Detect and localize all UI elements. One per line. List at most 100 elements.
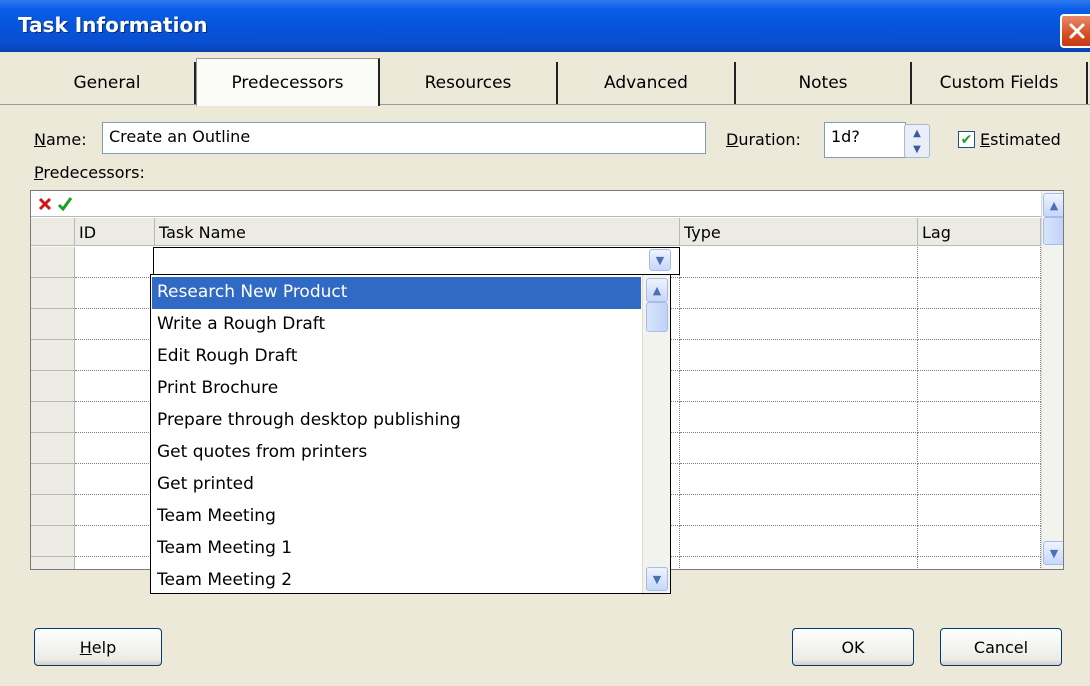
grid-cell[interactable] — [75, 340, 155, 371]
dropdown-item[interactable]: Team Meeting 1 — [152, 533, 641, 565]
dropdown-item[interactable]: Get printed — [152, 469, 641, 501]
close-button[interactable] — [1060, 14, 1090, 48]
dropdown-item[interactable]: Print Brochure — [152, 373, 641, 405]
tab-predecessors[interactable]: Predecessors — [196, 58, 380, 106]
grid-cell[interactable] — [680, 526, 918, 557]
chevron-up-icon: ▲ — [1049, 198, 1059, 212]
green-check-icon[interactable] — [55, 194, 74, 213]
dropdown-scroll-thumb[interactable] — [646, 302, 668, 332]
row-header-corner — [31, 218, 75, 246]
scroll-thumb[interactable] — [1043, 217, 1063, 245]
column-header-lag[interactable]: Lag — [918, 218, 1041, 246]
grid-cell[interactable] — [680, 309, 918, 340]
cancel-button[interactable]: Cancel — [940, 628, 1062, 666]
chevron-down-icon: ▼ — [652, 572, 662, 586]
ok-button[interactable]: OK — [792, 628, 914, 666]
duration-label: Duration: — [726, 130, 801, 149]
chevron-down-icon: ▼ — [1049, 546, 1059, 560]
grid-cell[interactable] — [918, 371, 1041, 402]
grid-cell[interactable] — [918, 247, 1041, 278]
dropdown-item[interactable]: Research New Product — [152, 277, 641, 309]
row-header[interactable] — [31, 433, 75, 464]
dropdown-item[interactable]: Write a Rough Draft — [152, 309, 641, 341]
grid-cell[interactable] — [680, 433, 918, 464]
grid-cell[interactable] — [75, 495, 155, 526]
estimated-label: Estimated — [980, 130, 1061, 149]
estimated-checkbox[interactable]: ✔ — [958, 131, 975, 148]
chevron-up-icon: ▲ — [652, 283, 662, 297]
grid-cell[interactable] — [75, 278, 155, 309]
tab-resources[interactable]: Resources — [380, 62, 558, 104]
grid-cell[interactable] — [680, 495, 918, 526]
tab-general[interactable]: General — [20, 62, 196, 104]
row-header[interactable] — [31, 247, 75, 278]
scroll-up-button[interactable]: ▲ — [1043, 193, 1063, 217]
tab-notes[interactable]: Notes — [736, 62, 912, 104]
tab-custom-fields[interactable]: Custom Fields — [912, 62, 1088, 104]
grid-cell[interactable] — [75, 402, 155, 433]
duration-field[interactable]: 1d? — [824, 122, 906, 158]
dropdown-item[interactable]: Team Meeting — [152, 501, 641, 533]
row-header[interactable] — [31, 557, 75, 569]
grid-cell[interactable] — [918, 526, 1041, 557]
dropdown-item[interactable]: Team Meeting 2 — [152, 565, 641, 597]
grid-scrollbar[interactable]: ▲ ▼ — [1041, 191, 1063, 569]
dropdown-item[interactable]: Get quotes from printers — [152, 437, 641, 469]
close-icon — [1069, 23, 1085, 39]
name-label: Name: — [34, 130, 87, 149]
grid-cell[interactable] — [75, 557, 155, 569]
duration-spinner[interactable]: ▲ ▼ — [904, 124, 930, 158]
grid-cell[interactable] — [680, 247, 918, 278]
grid-cell[interactable] — [680, 340, 918, 371]
column-header-task-name[interactable]: Task Name — [155, 218, 680, 246]
dropdown-toggle-button[interactable]: ▼ — [649, 249, 671, 271]
grid-cell[interactable] — [680, 278, 918, 309]
entry-bar[interactable] — [31, 191, 1041, 217]
grid-cell[interactable] — [75, 247, 155, 278]
window-title: Task Information — [18, 13, 208, 37]
grid-cell[interactable] — [918, 402, 1041, 433]
grid-cell[interactable] — [75, 309, 155, 340]
grid-cell[interactable] — [75, 464, 155, 495]
name-field[interactable]: Create an Outline — [102, 122, 706, 154]
spin-down-icon[interactable]: ▼ — [905, 141, 929, 157]
dropdown-item[interactable]: Edit Rough Draft — [152, 341, 641, 373]
grid-cell[interactable] — [680, 464, 918, 495]
row-header[interactable] — [31, 278, 75, 309]
row-header[interactable] — [31, 340, 75, 371]
help-button[interactable]: Help — [34, 628, 162, 666]
dropdown-scroll-up-button[interactable]: ▲ — [646, 278, 668, 302]
row-header[interactable] — [31, 464, 75, 495]
row-header[interactable] — [31, 309, 75, 340]
checkmark-icon: ✔ — [960, 131, 973, 148]
column-header-type[interactable]: Type — [680, 218, 918, 246]
task-dropdown-list[interactable]: Research New Product Write a Rough Draft E… — [150, 274, 671, 594]
grid-cell[interactable] — [918, 464, 1041, 495]
grid-cell[interactable] — [75, 371, 155, 402]
tab-advanced[interactable]: Advanced — [558, 62, 736, 104]
grid-cell[interactable] — [918, 309, 1041, 340]
scroll-down-button[interactable]: ▼ — [1043, 541, 1063, 565]
dropdown-scroll-down-button[interactable]: ▼ — [646, 567, 668, 591]
column-header-id[interactable]: ID — [75, 218, 155, 246]
grid-cell[interactable] — [918, 278, 1041, 309]
grid-cell[interactable] — [918, 557, 1041, 569]
grid-cell[interactable] — [918, 340, 1041, 371]
grid-cell[interactable] — [75, 526, 155, 557]
grid-cell[interactable] — [918, 495, 1041, 526]
active-task-name-cell[interactable] — [153, 247, 680, 275]
grid-cell[interactable] — [680, 371, 918, 402]
grid-cell[interactable] — [680, 402, 918, 433]
row-header[interactable] — [31, 495, 75, 526]
tab-divider — [0, 104, 1090, 105]
spin-up-icon[interactable]: ▲ — [905, 125, 929, 141]
row-header[interactable] — [31, 402, 75, 433]
dropdown-item[interactable]: Prepare through desktop publishing — [152, 405, 641, 437]
row-header[interactable] — [31, 526, 75, 557]
grid-cell[interactable] — [918, 433, 1041, 464]
row-header[interactable] — [31, 371, 75, 402]
dropdown-scrollbar[interactable]: ▲ ▼ — [642, 275, 670, 593]
grid-cell[interactable] — [75, 433, 155, 464]
red-x-icon[interactable] — [35, 194, 54, 213]
grid-cell[interactable] — [680, 557, 918, 569]
